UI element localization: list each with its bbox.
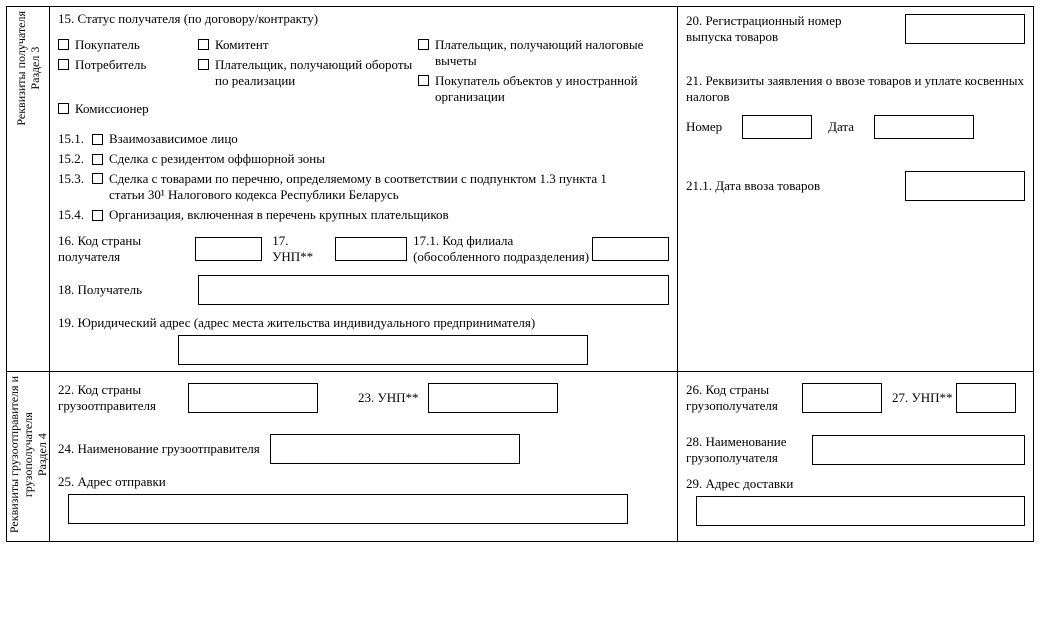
s26-label: 26. Код страны грузополучателя bbox=[686, 382, 796, 414]
chk-komitent[interactable] bbox=[198, 39, 209, 50]
lbl-payer-turnover: Плательщик, получающий обороты по реализ… bbox=[215, 57, 418, 89]
chk-15-1[interactable] bbox=[92, 134, 103, 145]
s18-label: 18. Получатель bbox=[58, 282, 168, 298]
section4-title1: Реквизиты грузоотправителя и bbox=[7, 376, 21, 533]
s16-field[interactable] bbox=[195, 237, 263, 261]
lbl-commissioner: Комиссионер bbox=[75, 101, 149, 117]
s25-label: 25. Адрес отправки bbox=[58, 474, 669, 490]
chk-15-2[interactable] bbox=[92, 154, 103, 165]
s25-field[interactable] bbox=[68, 494, 628, 524]
s17-field[interactable] bbox=[335, 237, 407, 261]
s21-label: 21. Реквизиты заявления о ввозе товаров … bbox=[686, 73, 1025, 105]
s21-date-label: Дата bbox=[828, 119, 854, 135]
s28-field[interactable] bbox=[812, 435, 1025, 465]
chk-commissioner[interactable] bbox=[58, 103, 69, 114]
s24-label: 24. Наименование грузоотправителя bbox=[58, 441, 260, 457]
s15-1-text: Взаимозависимое лицо bbox=[109, 131, 238, 147]
s28-label: 28. Наименование грузополучателя bbox=[686, 434, 806, 466]
s18-field[interactable] bbox=[198, 275, 669, 305]
chk-foreign-buyer[interactable] bbox=[418, 75, 429, 86]
s26-field[interactable] bbox=[802, 383, 882, 413]
s20-label: 20. Регистрационный номер выпуска товаро… bbox=[686, 13, 886, 45]
s27-field[interactable] bbox=[956, 383, 1016, 413]
s19-label: 19. Юридический адрес (адрес места жител… bbox=[58, 315, 669, 331]
s16-label: 16. Код страны получателя bbox=[58, 233, 155, 265]
chk-15-3[interactable] bbox=[92, 173, 103, 184]
chk-payer-deduct[interactable] bbox=[418, 39, 429, 50]
s23-label: 23. УНП** bbox=[358, 390, 418, 406]
s21-num-label: Номер bbox=[686, 119, 722, 135]
s15-2-num: 15.2. bbox=[58, 151, 84, 167]
chk-consumer[interactable] bbox=[58, 59, 69, 70]
s15-1-num: 15.1. bbox=[58, 131, 84, 147]
s22-field[interactable] bbox=[188, 383, 318, 413]
s27-label: 27. УНП** bbox=[892, 390, 952, 406]
s20-field[interactable] bbox=[905, 14, 1025, 44]
s29-field[interactable] bbox=[696, 496, 1025, 526]
s29-label: 29. Адрес доставки bbox=[686, 476, 1025, 492]
s15-4-text: Организация, включенная в перечень крупн… bbox=[109, 207, 449, 223]
s17-1-label: 17.1. Код филиала (обособленного подразд… bbox=[413, 233, 592, 265]
s15-2-text: Сделка с резидентом оффшорной зоны bbox=[109, 151, 325, 167]
s21-num-field[interactable] bbox=[742, 115, 812, 139]
s24-field[interactable] bbox=[270, 434, 520, 464]
s15-4-num: 15.4. bbox=[58, 207, 84, 223]
section3-sub: Раздел 3 bbox=[28, 47, 42, 90]
lbl-buyer: Покупатель bbox=[75, 37, 140, 53]
s15-title: 15. Статус получателя (по договору/контр… bbox=[58, 11, 669, 27]
lbl-komitent: Комитент bbox=[215, 37, 269, 53]
s17-1-field[interactable] bbox=[592, 237, 669, 261]
s15-3-num: 15.3. bbox=[58, 171, 84, 187]
s21-1-field[interactable] bbox=[905, 171, 1025, 201]
s19-field[interactable] bbox=[178, 335, 588, 365]
chk-15-4[interactable] bbox=[92, 210, 103, 221]
chk-payer-turnover[interactable] bbox=[198, 59, 209, 70]
section4-sub: Раздел 4 bbox=[35, 433, 49, 476]
s15-3-text: Сделка с товарами по перечню, определяем… bbox=[109, 171, 607, 203]
lbl-foreign-buyer: Покупатель объектов у иностранной органи… bbox=[435, 73, 669, 105]
s23-field[interactable] bbox=[428, 383, 558, 413]
s21-1-label: 21.1. Дата ввоза товаров bbox=[686, 178, 820, 194]
s17-label: 17. УНП** bbox=[272, 233, 330, 265]
section3-title: Реквизиты получателя bbox=[14, 11, 28, 126]
lbl-payer-deduct: Плательщик, получающий налоговые вычеты bbox=[435, 37, 669, 69]
chk-buyer[interactable] bbox=[58, 39, 69, 50]
s22-label: 22. Код страны грузоотправителя bbox=[58, 382, 178, 414]
s21-date-field[interactable] bbox=[874, 115, 974, 139]
lbl-consumer: Потребитель bbox=[75, 57, 146, 73]
section4-title2: грузополучателя bbox=[21, 412, 35, 497]
